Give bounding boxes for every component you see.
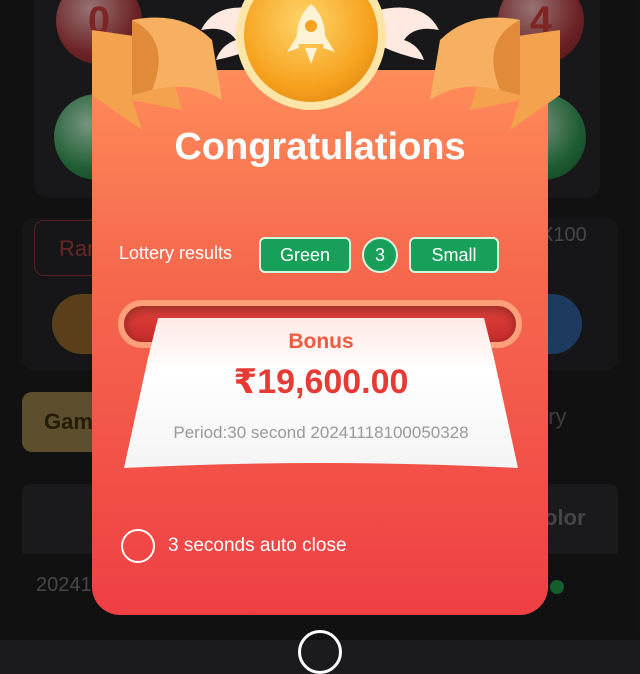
result-number-badge: 3 (362, 237, 398, 273)
result-size-badge: Small (409, 237, 499, 273)
bonus-label: Bonus (288, 330, 354, 353)
radio-circle-icon[interactable] (121, 529, 155, 563)
ribbon-right-icon (430, 17, 560, 130)
bonus-amount: ₹19,600.00 (233, 363, 409, 401)
period-text: Period:30 second 20241118100050328 (173, 423, 469, 442)
lottery-results-label: Lottery results (119, 243, 233, 263)
result-color-badge: Green (259, 237, 351, 273)
auto-close-label: 3 seconds auto close (168, 535, 347, 556)
close-icon[interactable] (298, 630, 342, 674)
modal-title: Congratulations (174, 126, 466, 168)
rocket-icon (287, 4, 335, 64)
